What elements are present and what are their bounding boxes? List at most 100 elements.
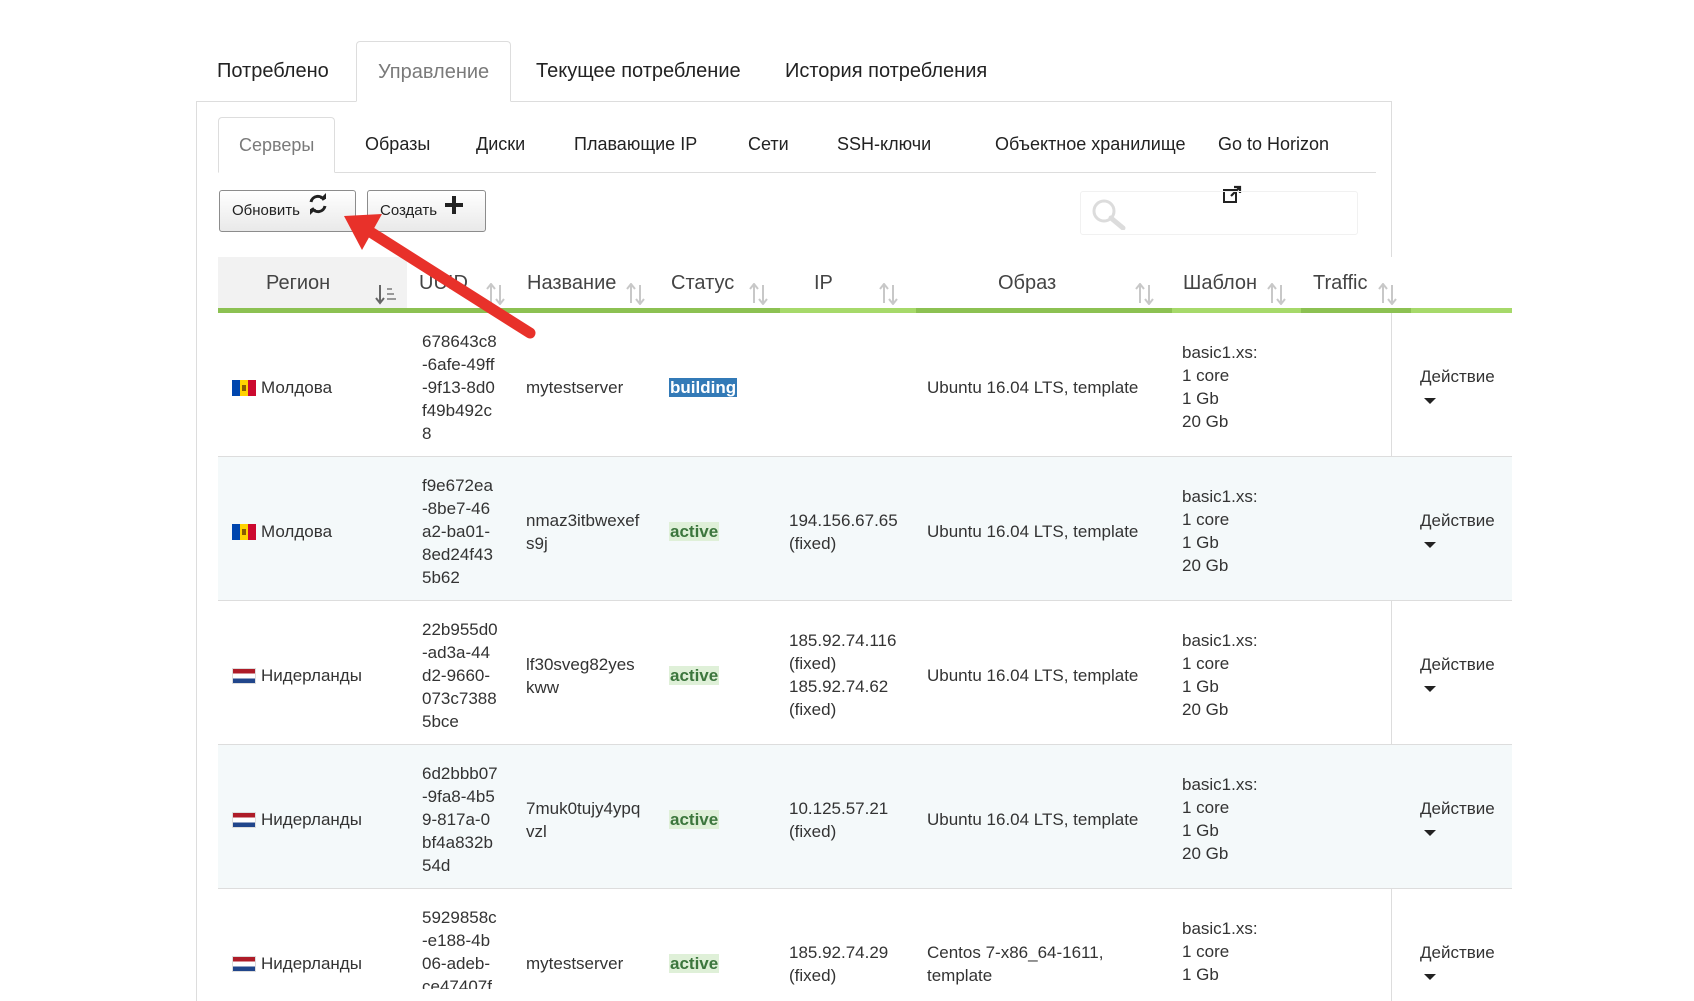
action-label: Действие [1420,655,1495,674]
column-actions [1411,257,1512,313]
subtab-servers[interactable]: Серверы [218,117,336,173]
name-cell: 7muk0tujy4ypq vzl [526,799,641,841]
template-cell: basic1.xs: 1 core 1 Gb 20 Gb [1182,487,1258,575]
image-cell: Ubuntu 16.04 LTS, template [927,522,1139,541]
subtab-images[interactable]: Образы [345,117,450,172]
uuid-cell: 678643c8 -6afe-49ff -9f13-8d0 f49b492c 8 [422,332,497,443]
uuid-cell: 22b955d0 -ad3a-44 d2-9660- 073c7388 5bce [422,620,498,731]
tab-consumed[interactable]: Потреблено [196,41,350,102]
moldova-flag-icon [232,523,256,540]
table-row: Нидерланды 5929858c -e188-4b 06-adeb- ce… [218,889,1512,989]
table-row: Нидерланды 22b955d0 -ad3a-44 d2-9660- 07… [218,601,1512,745]
plus-icon [444,191,464,231]
column-ip[interactable]: IP [780,257,916,313]
action-label: Действие [1420,367,1495,386]
name-cell: nmaz3itbwexef s9j [526,511,640,553]
table-row: Молдова 678643c8 -6afe-49ff -9f13-8d0 f4… [218,313,1512,457]
image-cell: Ubuntu 16.04 LTS, template [927,810,1139,829]
column-traffic-label: Traffic [1313,272,1368,294]
action-dropdown[interactable]: Действие [1420,365,1495,404]
column-image[interactable]: Образ [916,257,1172,313]
subtab-disks[interactable]: Диски [456,117,545,172]
action-dropdown[interactable]: Действие [1420,653,1495,692]
subtab-networks[interactable]: Сети [728,117,809,172]
caret-down-icon [1424,974,1436,980]
refresh-icon [307,191,329,231]
status-cell: active [669,808,720,831]
region-text: Молдова [261,522,333,541]
status-cell: active [669,664,720,687]
action-dropdown[interactable]: Действие [1420,797,1495,836]
region-cell: Нидерланды [232,952,362,975]
status-badge: active [669,810,720,829]
uuid-cell: f9e672ea -8be7-46 a2-ba01- 8ed24f43 5b62 [422,476,493,587]
subtab-go-to-horizon[interactable]: Go to Horizon [1198,117,1376,204]
column-template[interactable]: Шаблон [1172,257,1301,313]
caret-down-icon [1424,398,1436,404]
action-label: Действие [1420,799,1495,818]
column-status-label: Статус [671,272,735,294]
image-cell: Ubuntu 16.04 LTS, template [927,378,1139,397]
status-cell: building [669,376,738,399]
status-cell: active [669,520,720,543]
refresh-button[interactable]: Обновить [219,190,356,232]
caret-down-icon [1424,542,1436,548]
status-badge: active [669,666,720,685]
template-cell: basic1.xs: 1 core 1 Gb 20 Gb [1182,631,1258,719]
table-row: Нидерланды 6d2bbb07 -9fa8-4b5 9-817a-0 b… [218,745,1512,889]
subtab-ssh-keys[interactable]: SSH-ключи [817,117,951,172]
name-cell: mytestserver [526,954,624,973]
top-tabs: Потреблено Управление Текущее потреблени… [196,41,1392,103]
moldova-flag-icon [232,379,256,396]
tab-consumption-history[interactable]: История потребления [764,41,1008,102]
region-cell: Молдова [232,376,332,399]
image-cell: Centos 7-x86_64-1611, template [927,943,1104,985]
action-dropdown[interactable]: Действие [1420,941,1495,980]
subtab-floating-ip[interactable]: Плавающие IP [554,117,717,172]
subtab-object-storage[interactable]: Объектное хранилище [975,117,1205,172]
tab-current-consumption[interactable]: Текущее потребление [515,41,762,102]
ip-cell: 185.92.74.116 (fixed) 185.92.74.62 (fixe… [789,631,897,719]
table-header: Регион UUID Название Статус IP Образ Шаб… [218,257,1512,313]
column-image-label: Образ [998,272,1057,294]
search-icon [1091,198,1127,235]
region-text: Молдова [261,378,333,397]
tab-management[interactable]: Управление [356,41,512,102]
region-cell: Нидерланды [232,808,362,831]
netherlands-flag-icon [232,667,256,684]
region-cell: Молдова [232,520,332,543]
caret-down-icon [1424,686,1436,692]
column-uuid[interactable]: UUID [407,257,519,313]
name-cell: mytestserver [526,378,624,397]
ip-cell: 10.125.57.21 (fixed) [789,799,889,841]
uuid-cell: 6d2bbb07 -9fa8-4b5 9-817a-0 bf4a832b 54d [422,764,498,875]
column-region[interactable]: Регион [218,257,407,313]
status-badge: active [669,954,720,973]
column-status[interactable]: Статус [663,257,780,313]
column-region-label: Регион [266,272,331,294]
region-text: Нидерланды [261,810,362,829]
ip-cell: 194.156.67.65 (fixed) [789,511,898,553]
ip-cell: 185.92.74.29 (fixed) [789,943,889,985]
region-cell: Нидерланды [232,664,362,687]
region-text: Нидерланды [261,666,362,685]
create-button[interactable]: Создать [367,190,486,232]
netherlands-flag-icon [232,955,256,972]
column-traffic[interactable]: Traffic [1301,257,1411,313]
search-input[interactable] [1080,191,1358,235]
column-name[interactable]: Название [519,257,663,313]
action-label: Действие [1420,511,1495,530]
horizon-label: Go to Horizon [1218,134,1330,154]
column-name-label: Название [527,272,617,294]
status-cell: active [669,952,720,975]
template-cell: basic1.xs: 1 core 1 Gb 20 Gb [1182,343,1258,431]
template-cell: basic1.xs: 1 core 1 Gb 20 Gb [1182,919,1258,989]
column-template-label: Шаблон [1183,272,1258,294]
action-label: Действие [1420,943,1495,962]
action-dropdown[interactable]: Действие [1420,509,1495,548]
sub-tabs: Серверы Образы Диски Плавающие IP Сети S… [218,117,1376,204]
status-badge: building [669,378,738,397]
table-row: Молдова f9e672ea -8be7-46 a2-ba01- 8ed24… [218,457,1512,601]
caret-down-icon [1424,830,1436,836]
image-cell: Ubuntu 16.04 LTS, template [927,666,1139,685]
